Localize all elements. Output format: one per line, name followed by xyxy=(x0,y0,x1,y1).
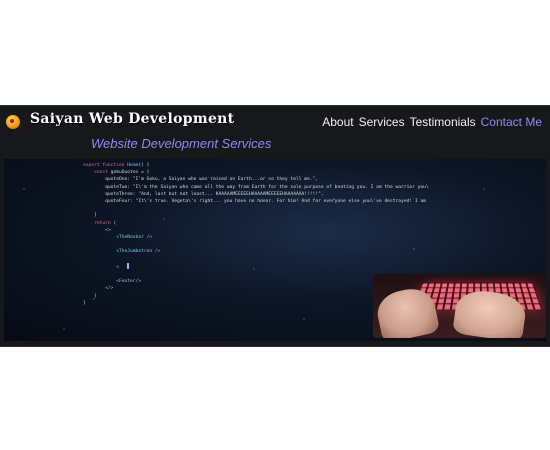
hero-subtitle: Website Development Services xyxy=(91,136,272,151)
code-line-9: return ( xyxy=(94,220,117,226)
code-line-6: quoteFour: "It\'s true. Vegeta\'s right.… xyxy=(83,199,426,205)
code-line-10: <> xyxy=(83,227,111,233)
code-line-20: } xyxy=(83,300,86,306)
code-line-18: </> xyxy=(83,286,114,292)
code-line-13: <TheJumbotron /> xyxy=(83,249,161,255)
dragon-ball-icon[interactable] xyxy=(6,115,20,129)
code-line-2: const gokuQuotes = { xyxy=(94,170,150,176)
code-line-17: <Footer/> xyxy=(83,279,142,285)
website-frame: Saiyan Web Development About Services Te… xyxy=(0,105,550,347)
code-line-4: quoteTwo: "I\'m the Saiyan who came all … xyxy=(83,184,429,190)
code-line-15-text: < xyxy=(83,264,119,270)
brand-title[interactable]: Saiyan Web Development xyxy=(30,111,234,127)
nav-contact-me[interactable]: Contact Me xyxy=(481,115,542,129)
code-line-1: export function Home() { xyxy=(83,163,150,168)
nav-services[interactable]: Services xyxy=(359,115,405,129)
text-cursor xyxy=(126,262,129,269)
code-line-5: quoteThree: "And, last but not least... … xyxy=(83,191,324,197)
nav-testimonials[interactable]: Testimonials xyxy=(410,115,476,129)
nav-about[interactable]: About xyxy=(322,115,353,129)
code-line-3: quoteOne: "I'm Goku, a Saiyan who was ra… xyxy=(83,177,319,183)
hero-banner: export function Home() { const gokuQuote… xyxy=(4,159,546,341)
code-line-19: ) xyxy=(83,293,97,299)
keyboard-typing-image xyxy=(373,274,546,338)
code-line-8: } xyxy=(83,213,97,219)
navbar: Saiyan Web Development About Services Te… xyxy=(0,106,550,139)
code-line-11: <TheNavbar /> xyxy=(83,235,153,241)
nav-menu: About Services Testimonials Contact Me xyxy=(322,115,542,129)
code-line-15: < xyxy=(83,262,129,270)
